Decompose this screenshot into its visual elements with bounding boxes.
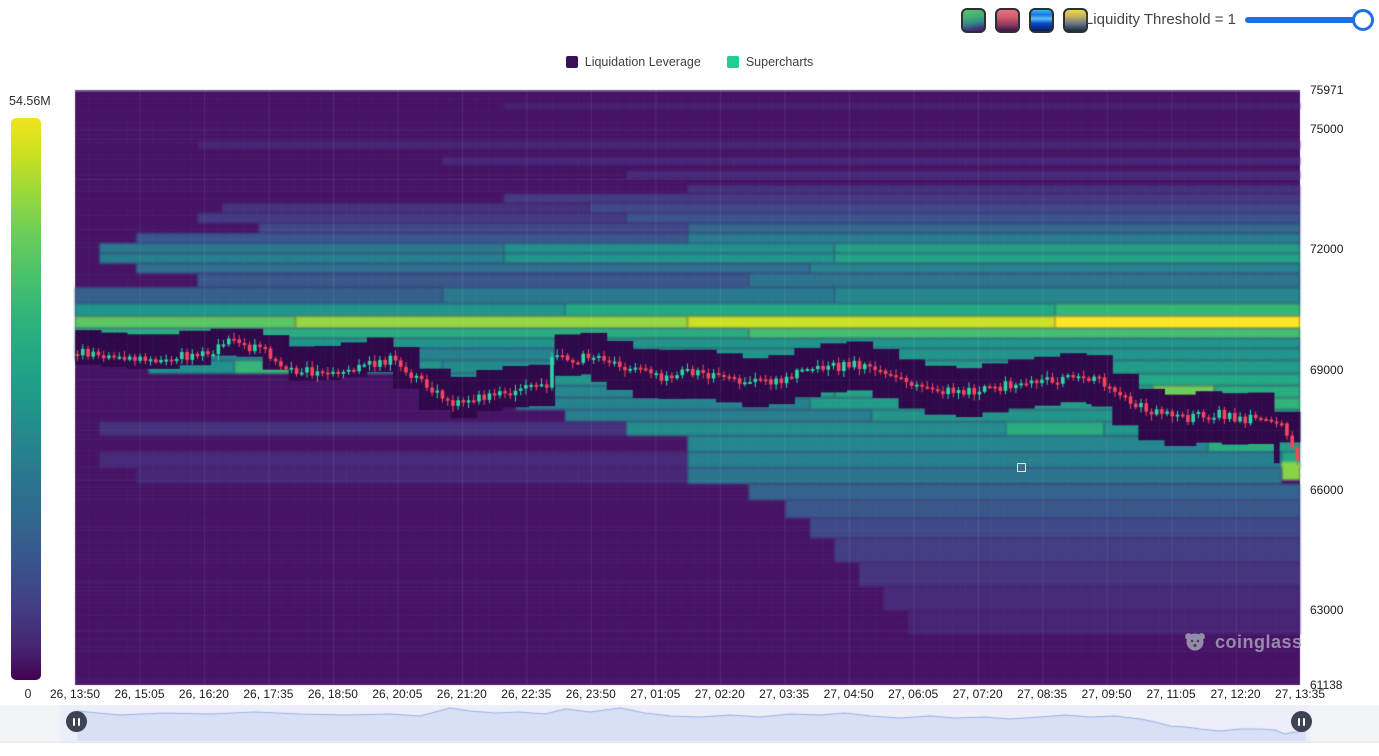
colormap-blue-button[interactable] xyxy=(1029,8,1054,33)
x-axis-label: 27, 09:50 xyxy=(1082,687,1132,701)
x-axis-label: 26, 15:05 xyxy=(114,687,164,701)
colorbar-min-label: 0 xyxy=(22,687,34,701)
y-axis-label: 66000 xyxy=(1310,483,1343,497)
x-axis-label: 26, 20:05 xyxy=(372,687,422,701)
x-axis-label: 27, 03:35 xyxy=(759,687,809,701)
x-axis-label: 26, 23:50 xyxy=(566,687,616,701)
x-axis-label: 26, 13:50 xyxy=(50,687,100,701)
y-axis-label: 63000 xyxy=(1310,603,1343,617)
x-axis-label: 27, 12:20 xyxy=(1210,687,1260,701)
legend-label: Liquidation Leverage xyxy=(585,55,701,69)
liquidation-heatmap-page: Liquidity Threshold = 1 Liquidation Leve… xyxy=(0,0,1379,756)
chart-legend: Liquidation Leverage Supercharts xyxy=(0,55,1379,69)
x-axis-label: 27, 13:35 xyxy=(1275,687,1325,701)
y-axis-label: 72000 xyxy=(1310,242,1343,256)
navigator-right-handle[interactable] xyxy=(1291,711,1312,732)
x-axis-label: 26, 22:35 xyxy=(501,687,551,701)
legend-label: Supercharts xyxy=(746,55,813,69)
x-axis-label: 27, 08:35 xyxy=(1017,687,1067,701)
navigator-left-handle[interactable] xyxy=(66,711,87,732)
legend-swatch-purple xyxy=(566,56,578,68)
legend-item-supercharts[interactable]: Supercharts xyxy=(727,55,813,69)
x-axis-label: 27, 07:20 xyxy=(953,687,1003,701)
x-axis-label: 26, 16:20 xyxy=(179,687,229,701)
liquidity-threshold-slider[interactable] xyxy=(1245,0,1379,40)
legend-item-liquidation-leverage[interactable]: Liquidation Leverage xyxy=(566,55,701,69)
y-axis-label: 75000 xyxy=(1310,122,1343,136)
coinglass-bear-icon xyxy=(1182,629,1208,655)
colorbar-gradient xyxy=(11,118,41,680)
colormap-viridis-button[interactable] xyxy=(961,8,986,33)
x-axis-label: 27, 06:05 xyxy=(888,687,938,701)
slider-knob[interactable] xyxy=(1352,9,1374,31)
liquidity-threshold-label: Liquidity Threshold = 1 xyxy=(1080,11,1236,28)
colormap-magma-button[interactable] xyxy=(995,8,1020,33)
colorbar-max-label: 54.56M xyxy=(9,94,51,108)
order-marker-square[interactable] xyxy=(1017,463,1026,472)
coinglass-watermark: coinglass xyxy=(1182,629,1303,655)
x-axis-label: 27, 11:05 xyxy=(1146,687,1195,701)
x-axis-label: 26, 18:50 xyxy=(308,687,358,701)
liquidation-heatmap-canvas[interactable] xyxy=(0,0,1379,756)
x-axis-label: 27, 04:50 xyxy=(824,687,874,701)
colormap-picker xyxy=(961,8,1088,33)
coinglass-watermark-text: coinglass xyxy=(1215,632,1303,653)
x-axis-label: 27, 02:20 xyxy=(695,687,745,701)
x-axis-label: 27, 01:05 xyxy=(630,687,680,701)
legend-swatch-green xyxy=(727,56,739,68)
y-axis-label: 69000 xyxy=(1310,363,1343,377)
slider-track[interactable] xyxy=(1245,17,1367,23)
x-axis-label: 26, 17:35 xyxy=(243,687,293,701)
y-axis-label: 75971 xyxy=(1310,83,1343,97)
x-axis-label: 26, 21:20 xyxy=(437,687,487,701)
